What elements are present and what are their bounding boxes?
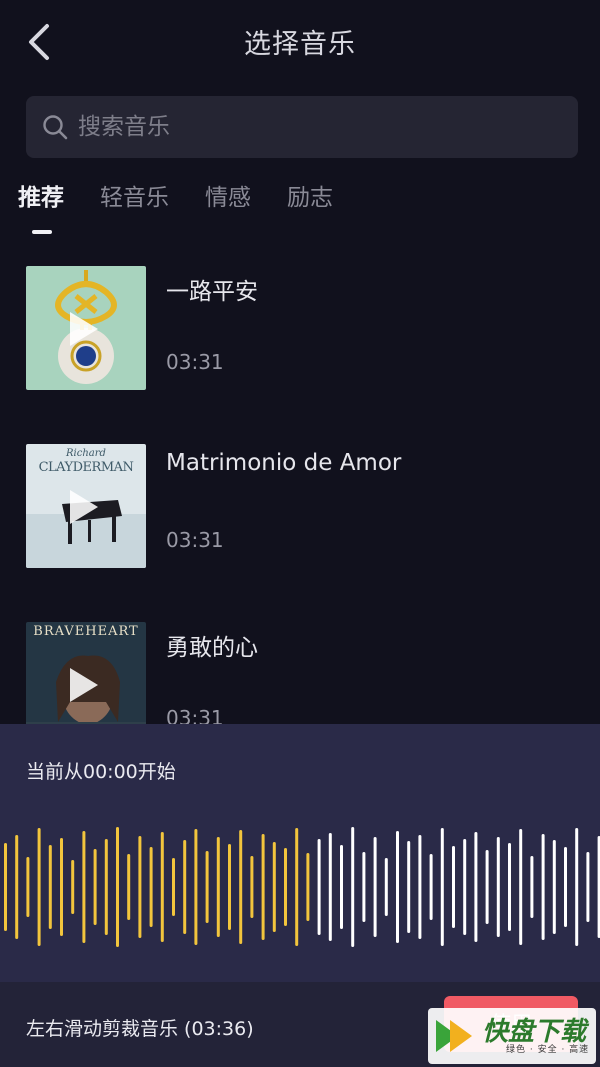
waveform-bar: [15, 835, 19, 939]
watermark: 快盘下载 绿色 · 安全 · 高速: [428, 1008, 596, 1064]
waveform-bar: [205, 851, 209, 923]
waveform-bar: [496, 837, 500, 937]
play-icon[interactable]: [70, 490, 98, 524]
waveform-bar: [82, 831, 86, 943]
play-icon[interactable]: [70, 668, 98, 702]
waveform-bar: [160, 832, 164, 942]
play-icon[interactable]: [70, 312, 98, 346]
tab-light-music[interactable]: 轻音乐: [100, 178, 169, 218]
search-bar[interactable]: [26, 96, 578, 158]
cover-script: Richard: [66, 448, 106, 459]
waveform-bar: [4, 843, 7, 931]
waveform-bar: [552, 840, 556, 934]
tab-recommended[interactable]: 推荐: [18, 178, 64, 218]
waveform-bar: [362, 852, 366, 922]
list-item[interactable]: 一路平安 03:31: [26, 266, 586, 390]
waveform-bar: [541, 834, 545, 940]
active-tab-indicator: [32, 230, 52, 234]
waveform-bar: [485, 850, 489, 924]
category-tabs: 推荐 轻音乐 情感 励志: [18, 178, 369, 238]
tab-emotion[interactable]: 情感: [205, 178, 251, 218]
waveform-bar: [586, 852, 590, 922]
waveform-bar: [172, 858, 175, 916]
waveform-bar: [508, 843, 511, 931]
waveform-bar: [474, 832, 478, 942]
waveform-bar: [127, 854, 131, 920]
waveform-bar: [183, 840, 187, 934]
waveform-bar: [519, 829, 523, 945]
track-title: Matrimonio de Amor: [166, 450, 402, 476]
waveform-bar: [351, 827, 355, 947]
waveform-bar: [149, 847, 153, 927]
waveform-bar: [261, 834, 265, 940]
waveform-bar: [272, 842, 276, 932]
waveform-bar: [373, 837, 377, 937]
waveform-bar: [26, 857, 30, 917]
waveform-bar: [564, 847, 567, 927]
waveform-bar: [116, 827, 119, 947]
waveform-bar: [37, 828, 41, 946]
top-bar: 选择音乐: [0, 0, 600, 86]
album-cover[interactable]: [26, 266, 146, 390]
watermark-subtext: 绿色 · 安全 · 高速: [506, 1045, 590, 1055]
waveform-bar: [440, 828, 444, 946]
waveform-bar: [306, 853, 310, 921]
waveform-bar: [71, 860, 75, 914]
waveform-bar: [60, 838, 63, 936]
waveform-bar: [284, 848, 287, 926]
waveform-bar: [48, 845, 52, 929]
waveform-bar: [228, 844, 231, 930]
list-item[interactable]: Richard CLAYDERMAN Matrimonio de Amor 03…: [26, 444, 586, 568]
waveform-bar: [418, 835, 422, 939]
cover-title: CLAYDERMAN: [38, 460, 134, 475]
waveform-bar: [463, 839, 467, 935]
tab-inspirational[interactable]: 励志: [287, 178, 333, 218]
waveform-bar: [138, 836, 142, 938]
watermark-logo-icon: [436, 1020, 472, 1052]
waveform-bar: [530, 856, 534, 918]
waveform-bar: [295, 828, 299, 946]
waveform[interactable]: [0, 812, 600, 962]
waveform-bar: [317, 839, 321, 935]
waveform-bar: [194, 829, 198, 945]
page-title: 选择音乐: [244, 29, 356, 60]
waveform-bar: [239, 830, 243, 944]
search-input[interactable]: [78, 114, 538, 140]
trim-hint: 左右滑动剪裁音乐 (03:36): [26, 1018, 254, 1040]
album-cover[interactable]: Richard CLAYDERMAN: [26, 444, 146, 568]
waveform-bar: [452, 846, 455, 928]
waveform-bar: [429, 854, 433, 920]
waveform-bar: [407, 841, 411, 933]
waveform-bar: [104, 839, 108, 935]
waveform-bar: [384, 858, 388, 916]
track-duration: 03:31: [166, 350, 224, 374]
start-time-label: 当前从00:00开始: [26, 761, 176, 783]
waveform-bar: [328, 833, 332, 941]
waveform-bar: [575, 828, 579, 946]
waveform-bar: [396, 831, 399, 943]
track-title: 勇敢的心: [166, 635, 258, 661]
waveform-bar: [340, 845, 343, 929]
waveform-bar: [93, 849, 97, 925]
cover-title: BRAVEHEART: [33, 624, 139, 639]
track-duration: 03:31: [166, 528, 224, 552]
track-title: 一路平安: [166, 279, 258, 305]
waveform-bar: [250, 856, 254, 918]
waveform-bar: [216, 837, 220, 937]
search-icon: [43, 115, 68, 140]
